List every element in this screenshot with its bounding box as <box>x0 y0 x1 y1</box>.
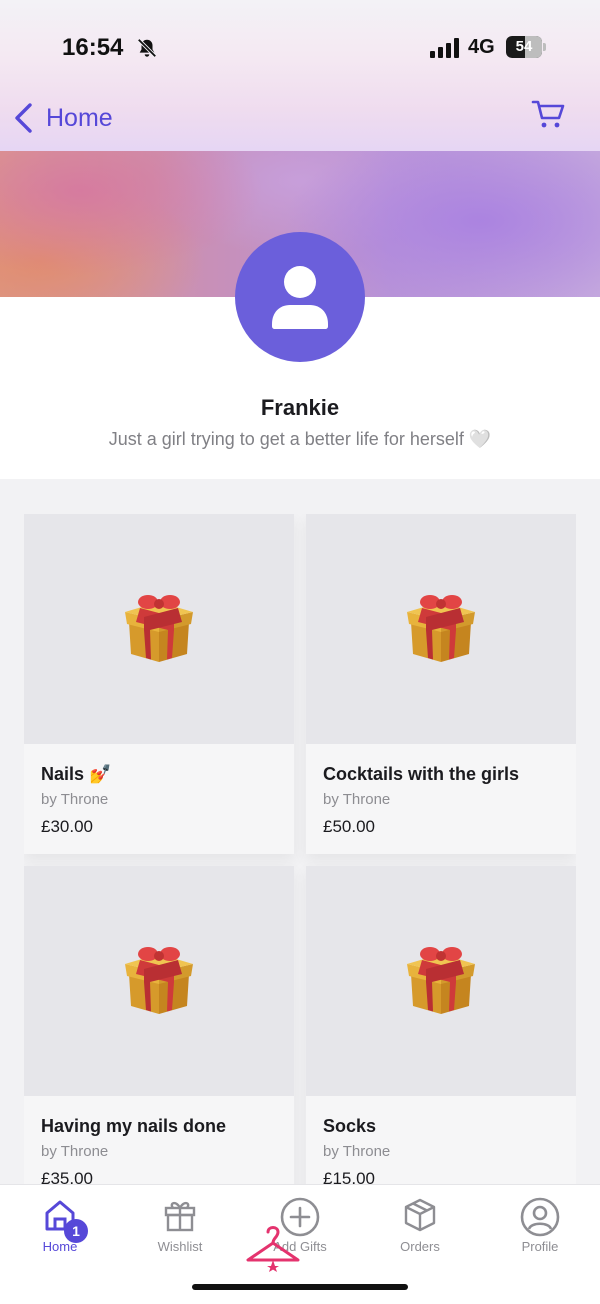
package-icon <box>404 1198 436 1232</box>
cart-icon[interactable] <box>530 96 566 132</box>
gift-vendor: by Throne <box>41 791 109 808</box>
battery-indicator: 54 <box>506 36 546 58</box>
gift-price: £30.00 <box>41 817 93 836</box>
gift-price: £15.00 <box>323 1169 375 1184</box>
battery-percent: 54 <box>515 38 533 55</box>
network-label: 4G <box>468 36 495 58</box>
gift-image <box>24 514 294 744</box>
gift-title: Socks <box>323 1116 377 1136</box>
heart-emoji: 🤍 <box>468 429 492 449</box>
gift-price: £50.00 <box>323 817 375 836</box>
gift-image <box>24 866 294 1096</box>
profile-circle-icon <box>520 1197 560 1237</box>
profile-name: Frankie <box>260 395 340 420</box>
avatar <box>235 232 365 362</box>
tab-home-label: Home <box>42 1239 78 1254</box>
tab-profile-label: Profile <box>521 1239 559 1254</box>
tab-wishlist[interactable]: Wishlist <box>120 1193 240 1263</box>
tab-home[interactable]: Home 1 <box>0 1193 120 1263</box>
profile-bio-text: Just a girl trying to get a better life … <box>108 429 464 449</box>
gift-title: Having my nails done <box>41 1116 227 1136</box>
signal-icon <box>430 38 459 58</box>
gift-card[interactable]: Having my nails done by Throne £35.00 <box>24 866 294 1184</box>
gift-vendor: by Throne <box>41 1143 109 1160</box>
tab-wishlist-label: Wishlist <box>157 1239 203 1254</box>
gift-box-icon <box>125 947 193 1014</box>
bell-slash-icon <box>137 38 157 58</box>
gift-box-icon <box>407 947 475 1014</box>
gift-card[interactable]: Nails 💅 by Throne £30.00 <box>24 514 294 854</box>
user-icon <box>272 266 328 329</box>
gift-vendor: by Throne <box>323 1143 391 1160</box>
home-badge: 1 <box>64 1219 88 1243</box>
gift-card[interactable]: Cocktails with the girls by Throne £50.0… <box>306 514 576 854</box>
gift-box-icon <box>125 595 193 662</box>
gift-vendor: by Throne <box>323 791 391 808</box>
back-label: Home <box>46 103 113 132</box>
gift-title: Nails 💅 <box>41 764 112 784</box>
gift-grid: Nails 💅 by Throne £30.00 Cocktails with … <box>24 514 576 1184</box>
gift-image <box>306 866 576 1096</box>
gift-icon <box>164 1201 196 1232</box>
back-chevron-icon <box>15 103 32 133</box>
gift-box-icon <box>407 595 475 662</box>
gift-title: Cocktails with the girls <box>323 764 520 784</box>
gift-card[interactable]: Socks by Throne £15.00 <box>306 866 576 1184</box>
home-indicator <box>192 1284 408 1290</box>
tab-orders-label: Orders <box>400 1239 440 1254</box>
status-time: 16:54 <box>62 34 124 61</box>
gift-image <box>306 514 576 744</box>
gift-price: £35.00 <box>41 1169 93 1184</box>
tab-profile[interactable]: Profile <box>480 1193 600 1263</box>
tab-orders[interactable]: Orders <box>360 1193 480 1263</box>
back-button[interactable]: Home <box>12 98 113 138</box>
profile-bio: Just a girl trying to get a better life … <box>0 429 600 450</box>
hanger-icon <box>246 1226 300 1272</box>
